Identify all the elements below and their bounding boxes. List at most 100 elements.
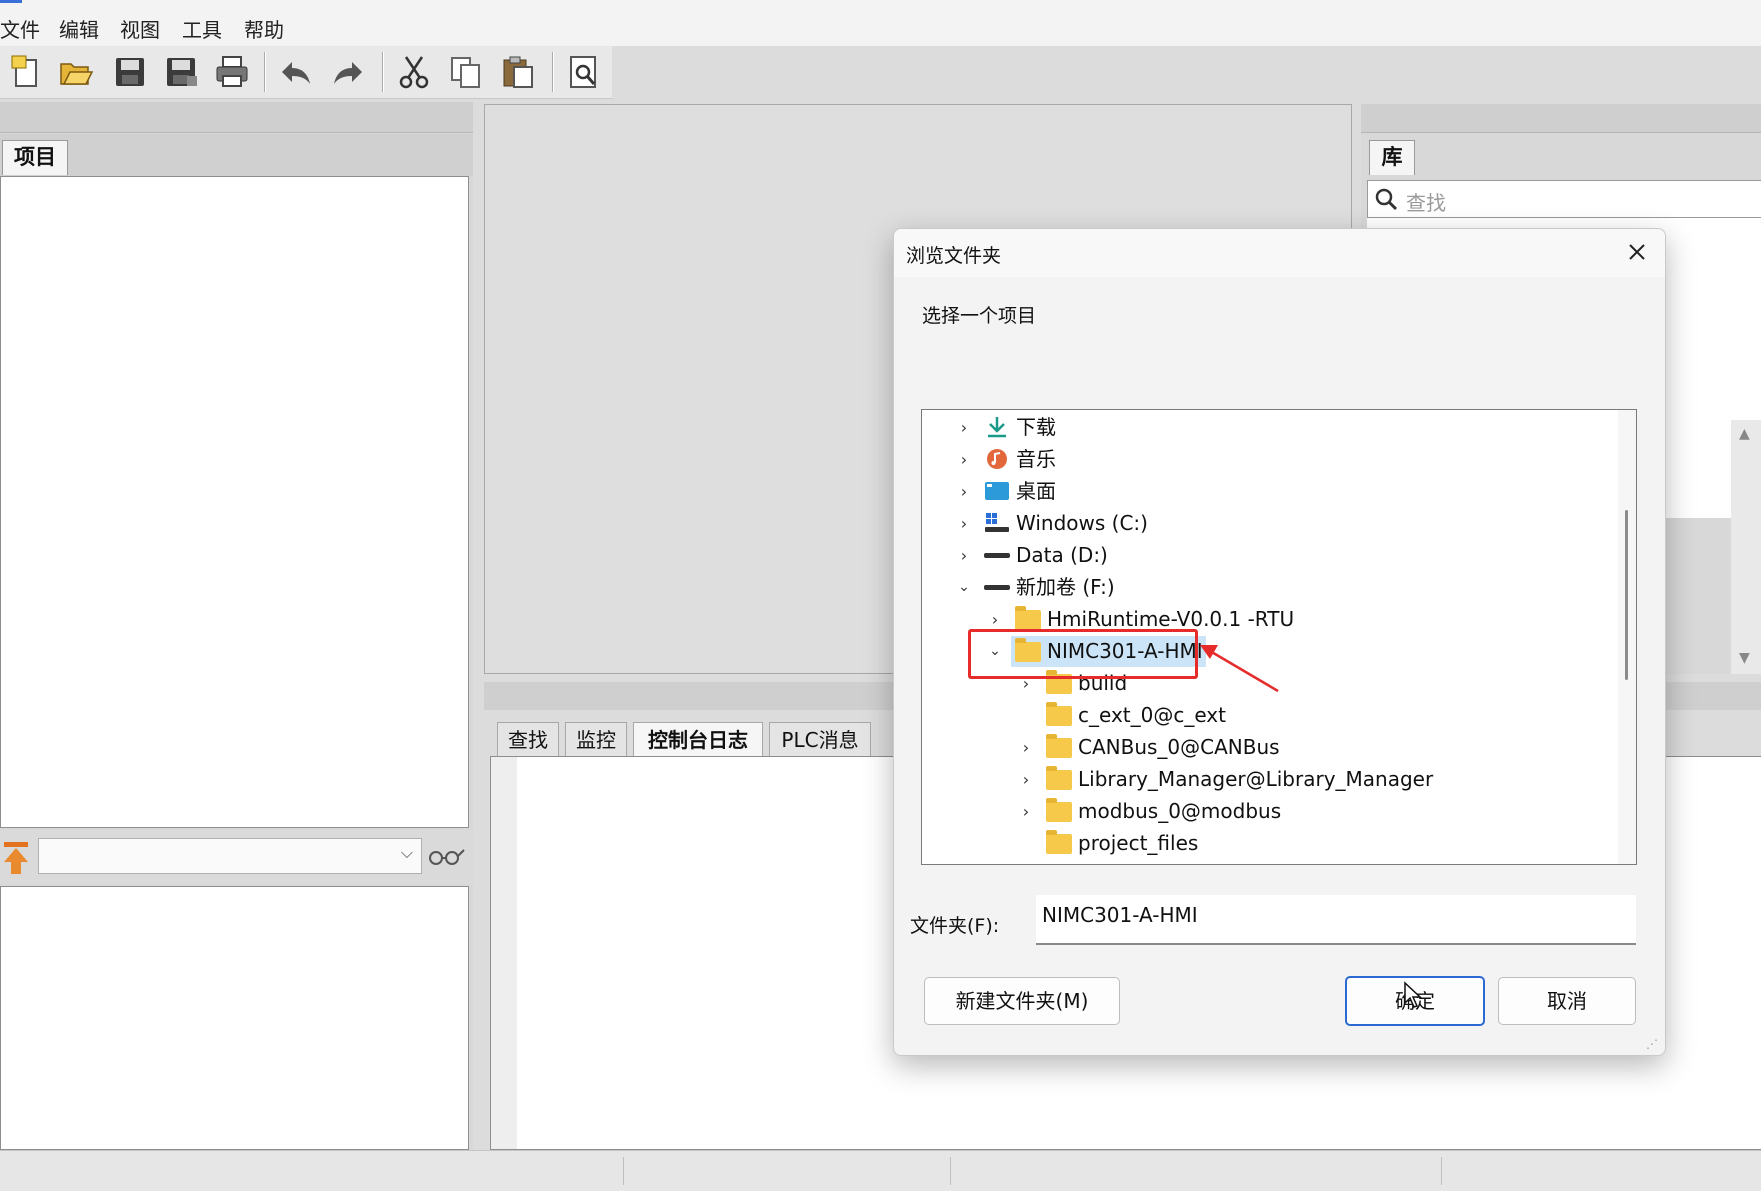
folder-icon	[1046, 798, 1072, 822]
status-separator	[1441, 1157, 1442, 1185]
chevron-right-icon[interactable]: ›	[956, 444, 972, 475]
print-icon[interactable]	[214, 54, 250, 90]
toolbar-separator	[264, 52, 266, 92]
new-file-icon[interactable]	[8, 54, 44, 90]
cut-icon[interactable]	[396, 54, 432, 90]
console-gutter	[491, 757, 517, 1149]
mouse-cursor-icon	[1404, 981, 1422, 1008]
paste-icon[interactable]	[500, 54, 536, 90]
tab-console-log[interactable]: 控制台日志	[633, 722, 763, 757]
folder-icon	[1046, 702, 1072, 726]
drive-icon	[984, 585, 1010, 590]
tab-plc-messages[interactable]: PLC消息	[769, 722, 871, 757]
menu-bar: 文件 编辑 视图 工具 帮助	[0, 0, 1761, 46]
tree-item-label: 桌面	[1016, 479, 1056, 503]
chevron-down-icon: ⌵	[400, 843, 413, 862]
preview-icon[interactable]	[566, 54, 602, 90]
folder-icon	[1046, 830, 1072, 854]
tree-item-label: Library_Manager@Library_Manager	[1078, 767, 1434, 791]
folder-icon	[1015, 606, 1041, 630]
menu-file[interactable]: 文件	[0, 14, 40, 43]
undo-icon[interactable]	[278, 54, 314, 90]
tree-scrollbar-thumb[interactable]	[1625, 510, 1628, 680]
toolbar-separator	[382, 52, 384, 92]
copy-icon[interactable]	[448, 54, 484, 90]
chevron-right-icon[interactable]: ›	[1018, 764, 1034, 795]
tab-library[interactable]: 库	[1369, 140, 1415, 175]
properties-area[interactable]	[0, 886, 469, 1150]
panel-header	[1361, 104, 1761, 133]
tab-project[interactable]: 项目	[2, 140, 68, 175]
tree-scrollbar[interactable]	[1618, 410, 1636, 864]
cancel-button[interactable]: 取消	[1498, 977, 1636, 1025]
project-tree-area[interactable]	[0, 176, 469, 828]
library-scrollbar[interactable]: ▲ ▼	[1731, 420, 1761, 674]
window-accent	[0, 0, 22, 3]
tree-item-music[interactable]: › 音乐	[922, 444, 1612, 475]
tree-item-windows-c[interactable]: › Windows (C:)	[922, 508, 1612, 539]
resize-grip-icon[interactable]: ⋰	[1646, 1037, 1658, 1051]
library-search-field[interactable]: 查找	[1367, 180, 1761, 218]
chevron-right-icon[interactable]: ›	[956, 540, 972, 571]
menu-tools[interactable]: 工具	[182, 14, 222, 43]
open-folder-icon[interactable]	[58, 54, 94, 90]
highlight-box	[968, 629, 1198, 679]
folder-input-value: NIMC301-A-HMI	[1042, 903, 1198, 927]
tree-item-canbus[interactable]: › CANBus_0@CANBus	[922, 732, 1612, 763]
filter-combobox[interactable]: ⌵	[38, 838, 422, 874]
tree-item-library-manager[interactable]: › Library_Manager@Library_Manager	[922, 764, 1612, 795]
folder-field-label: 文件夹(F):	[910, 915, 1000, 937]
chevron-right-icon[interactable]: ›	[1018, 732, 1034, 763]
tree-item-c-ext[interactable]: c_ext_0@c_ext	[922, 700, 1612, 731]
scroll-down-icon[interactable]: ▼	[1739, 650, 1750, 666]
dialog-titlebar[interactable]: 浏览文件夹	[894, 229, 1665, 277]
tree-item-modbus[interactable]: › modbus_0@modbus	[922, 796, 1612, 827]
tree-item-label: 新加卷 (F:)	[1016, 575, 1115, 599]
tree-item-label: 音乐	[1016, 447, 1056, 471]
tab-monitor[interactable]: 监控	[565, 722, 627, 757]
menu-edit[interactable]: 编辑	[59, 14, 99, 43]
tree-item-desktop[interactable]: › 桌面	[922, 476, 1612, 507]
tree-item-label: Windows (C:)	[1016, 511, 1148, 535]
chevron-down-icon[interactable]: ⌄	[956, 572, 972, 603]
menu-help[interactable]: 帮助	[244, 14, 284, 43]
tree-item-label: c_ext_0@c_ext	[1078, 703, 1226, 727]
chevron-right-icon[interactable]: ›	[956, 476, 972, 507]
redo-icon[interactable]	[330, 54, 366, 90]
chevron-right-icon[interactable]: ›	[956, 508, 972, 539]
tree-item-label: Data (D:)	[1016, 543, 1108, 567]
music-icon	[984, 448, 1010, 470]
scroll-up-icon[interactable]: ▲	[1739, 426, 1750, 442]
chevron-right-icon[interactable]: ›	[956, 412, 972, 443]
folder-input[interactable]: NIMC301-A-HMI	[1036, 895, 1636, 945]
tree-item-volume-f[interactable]: ⌄ 新加卷 (F:)	[922, 572, 1612, 603]
panel-header	[0, 102, 473, 133]
dialog-title: 浏览文件夹	[906, 245, 1002, 267]
download-icon	[984, 416, 1010, 438]
tree-item-label: project_files	[1078, 831, 1199, 855]
new-folder-button[interactable]: 新建文件夹(M)	[924, 977, 1120, 1025]
project-panel: 项目 ⌵	[0, 102, 473, 1152]
tree-item-data-d[interactable]: › Data (D:)	[922, 540, 1612, 571]
glasses-icon[interactable]	[426, 844, 466, 868]
chevron-right-icon[interactable]: ›	[1018, 796, 1034, 827]
folder-icon	[1046, 734, 1072, 758]
sort-up-icon[interactable]	[2, 840, 30, 876]
tree-item-project-files[interactable]: project_files	[922, 828, 1612, 859]
toolbar	[0, 46, 613, 99]
annotation-arrow-icon	[1200, 645, 1279, 693]
tree-item-label: CANBus_0@CANBus	[1078, 735, 1280, 759]
close-icon[interactable]	[1622, 237, 1652, 267]
tab-find[interactable]: 查找	[497, 722, 559, 757]
save-all-icon[interactable]	[163, 54, 199, 90]
tree-item-downloads[interactable]: › 下载	[922, 412, 1612, 443]
windows-drive-icon	[984, 512, 1010, 534]
desktop-icon	[984, 480, 1010, 502]
search-icon	[1374, 187, 1398, 211]
browse-folder-dialog: 浏览文件夹 选择一个项目 › 下载 › 音乐 › 桌面 › Windows (C…	[893, 228, 1666, 1056]
status-separator	[950, 1157, 951, 1185]
folder-icon	[1046, 766, 1072, 790]
save-icon[interactable]	[112, 54, 148, 90]
menu-view[interactable]: 视图	[120, 14, 160, 43]
drive-icon	[984, 553, 1010, 558]
